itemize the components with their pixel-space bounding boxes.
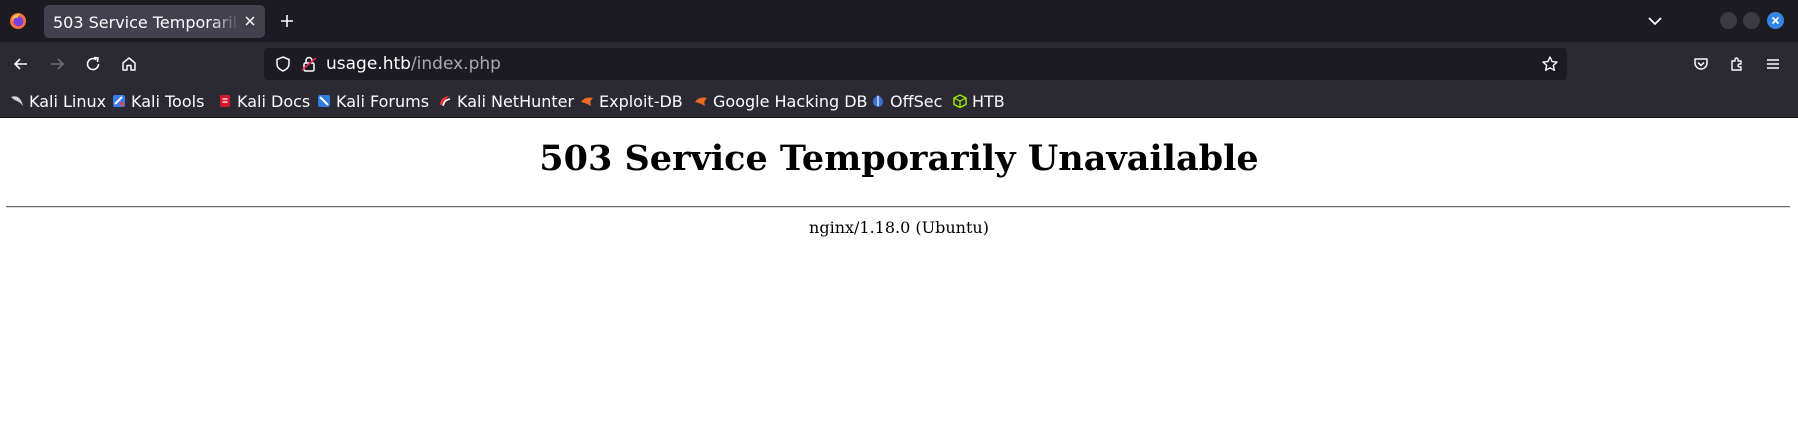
divider bbox=[6, 206, 1790, 208]
extensions-puzzle-icon[interactable] bbox=[1728, 55, 1746, 73]
exploit-db-icon bbox=[581, 97, 593, 106]
bookmark-kali-forums[interactable]: Kali Forums bbox=[317, 91, 429, 111]
bookmark-label: Kali NetHunter bbox=[457, 91, 575, 111]
insecure-lock-icon[interactable] bbox=[300, 55, 318, 73]
bookmark-kali-docs[interactable]: Kali Docs bbox=[218, 91, 310, 111]
pocket-icon[interactable] bbox=[1692, 55, 1710, 73]
bookmark-label: Kali Docs bbox=[237, 91, 311, 111]
navigation-toolbar: usage.htb/index.php bbox=[0, 42, 1798, 86]
bookmark-label: Exploit-DB bbox=[599, 91, 683, 111]
tab-title: 503 Service Temporarily Unavailable bbox=[53, 13, 239, 32]
kali-tools-icon bbox=[113, 95, 125, 107]
bookmark-label: Kali Linux bbox=[29, 91, 107, 111]
error-heading: 503 Service Temporarily Unavailable bbox=[539, 138, 1259, 179]
chevron-down-icon[interactable] bbox=[1646, 13, 1664, 29]
bookmark-label: Kali Forums bbox=[336, 91, 430, 111]
kali-docs-icon bbox=[220, 95, 230, 107]
bookmarks-toolbar: Kali Linux Kali Tools Kali Docs Kali For… bbox=[0, 86, 1798, 118]
close-icon[interactable] bbox=[243, 14, 257, 28]
bookmark-label: OffSec bbox=[890, 91, 943, 111]
back-arrow-icon[interactable] bbox=[12, 55, 30, 73]
url-bar[interactable]: usage.htb/index.php bbox=[264, 48, 1567, 80]
bookmark-label: Kali Tools bbox=[131, 91, 205, 111]
bookmark-kali-tools[interactable]: Kali Tools bbox=[112, 91, 204, 111]
bookmark-star-icon[interactable] bbox=[1541, 55, 1559, 73]
bookmark-google-hacking-db[interactable]: Google Hacking DB bbox=[694, 91, 868, 111]
server-signature: nginx/1.18.0 (Ubuntu) bbox=[809, 218, 989, 237]
offsec-icon bbox=[873, 95, 883, 107]
bookmark-offsec[interactable]: OffSec bbox=[871, 91, 942, 111]
new-tab-plus-icon[interactable] bbox=[278, 12, 296, 30]
url-text[interactable]: usage.htb/index.php bbox=[326, 54, 501, 74]
page-content: 503 Service Temporarily Unavailable ngin… bbox=[0, 118, 1798, 443]
bookmark-label: HTB bbox=[972, 91, 1005, 111]
url-host: usage.htb bbox=[326, 54, 411, 74]
bookmark-htb[interactable]: HTB bbox=[953, 91, 1005, 111]
firefox-icon[interactable] bbox=[9, 12, 27, 30]
hamburger-menu-icon[interactable] bbox=[1764, 55, 1782, 73]
reload-icon[interactable] bbox=[84, 55, 102, 73]
forward-arrow-icon[interactable] bbox=[48, 55, 66, 73]
tab-active[interactable]: 503 Service Temporarily Unavailable bbox=[44, 5, 265, 38]
bookmark-kali-linux[interactable]: Kali Linux bbox=[10, 91, 106, 111]
google-hacking-db-icon bbox=[695, 97, 707, 106]
htb-cube-icon bbox=[953, 94, 967, 108]
close-icon bbox=[1771, 16, 1780, 25]
bookmark-exploit-db[interactable]: Exploit-DB bbox=[580, 91, 683, 111]
tab-strip: 503 Service Temporarily Unavailable bbox=[0, 0, 1798, 42]
kali-nethunter-icon bbox=[440, 96, 451, 107]
window-close-button[interactable] bbox=[1767, 12, 1784, 29]
bookmark-label: Google Hacking DB bbox=[713, 91, 868, 111]
home-icon[interactable] bbox=[120, 55, 138, 73]
bookmark-kali-nethunter[interactable]: Kali NetHunter bbox=[438, 91, 574, 111]
url-path: /index.php bbox=[410, 54, 501, 74]
kali-dragon-icon bbox=[11, 96, 23, 106]
tracking-protection-shield-icon[interactable] bbox=[274, 55, 292, 73]
window-minimize-button[interactable] bbox=[1720, 12, 1737, 29]
browser-window: 503 Service Temporarily Unavailable bbox=[0, 0, 1798, 443]
kali-forums-icon bbox=[318, 95, 330, 107]
window-maximize-button[interactable] bbox=[1743, 12, 1760, 29]
